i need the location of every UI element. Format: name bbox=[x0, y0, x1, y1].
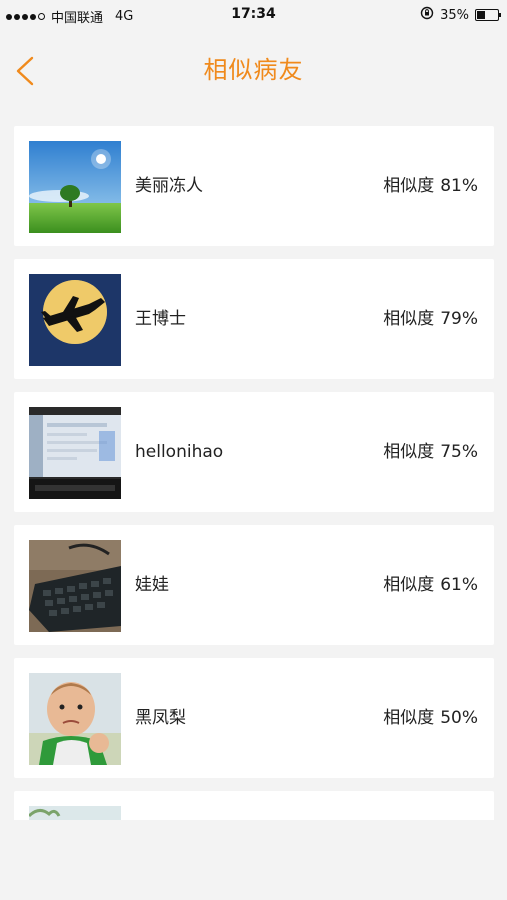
similar-friends-list: 美丽冻人 相似度 81% 王博士 相似度 79% hellonihao 相似度 … bbox=[14, 126, 494, 820]
landscape-avatar bbox=[29, 141, 121, 233]
similarity-text: 相似度 61% bbox=[383, 575, 478, 595]
battery-percent: 35% bbox=[440, 7, 469, 23]
list-item[interactable]: 美丽冻人 相似度 81% bbox=[14, 126, 494, 246]
avatar bbox=[29, 806, 121, 820]
status-bar: 中国联通 4G 17:34 35% bbox=[0, 0, 507, 30]
list-item[interactable]: 黑凤梨 相似度 50% bbox=[14, 658, 494, 778]
similarity-value: 50% bbox=[440, 708, 478, 728]
moon-airplane-avatar bbox=[29, 274, 121, 366]
similarity-text: 相似度 81% bbox=[383, 176, 478, 196]
status-right: 35% bbox=[420, 6, 501, 24]
similarity-value: 81% bbox=[440, 176, 478, 196]
similarity-text: 相似度 79% bbox=[383, 309, 478, 329]
baby-avatar bbox=[29, 673, 121, 765]
list-item[interactable]: 王博士 相似度 79% bbox=[14, 259, 494, 379]
rotation-lock-icon bbox=[420, 6, 434, 24]
friend-name: 黑凤梨 bbox=[135, 708, 186, 728]
list-item[interactable]: 娃娃 相似度 61% bbox=[14, 525, 494, 645]
friend-name: 娃娃 bbox=[135, 575, 169, 595]
battery-icon bbox=[475, 9, 501, 21]
friend-name: 美丽冻人 bbox=[135, 176, 203, 196]
similarity-value: 75% bbox=[440, 442, 478, 462]
list-item[interactable] bbox=[14, 791, 494, 820]
keyboard-avatar bbox=[29, 540, 121, 632]
monitor-avatar bbox=[29, 407, 121, 499]
similarity-text: 相似度 50% bbox=[383, 708, 478, 728]
page-title: 相似病友 bbox=[203, 56, 304, 84]
nav-bar: 相似病友 bbox=[0, 30, 507, 108]
similarity-value: 79% bbox=[440, 309, 478, 329]
similarity-value: 61% bbox=[440, 575, 478, 595]
friend-name: 王博士 bbox=[135, 309, 186, 329]
list-item[interactable]: hellonihao 相似度 75% bbox=[14, 392, 494, 512]
similarity-text: 相似度 75% bbox=[383, 442, 478, 462]
friend-name: hellonihao bbox=[135, 442, 224, 462]
